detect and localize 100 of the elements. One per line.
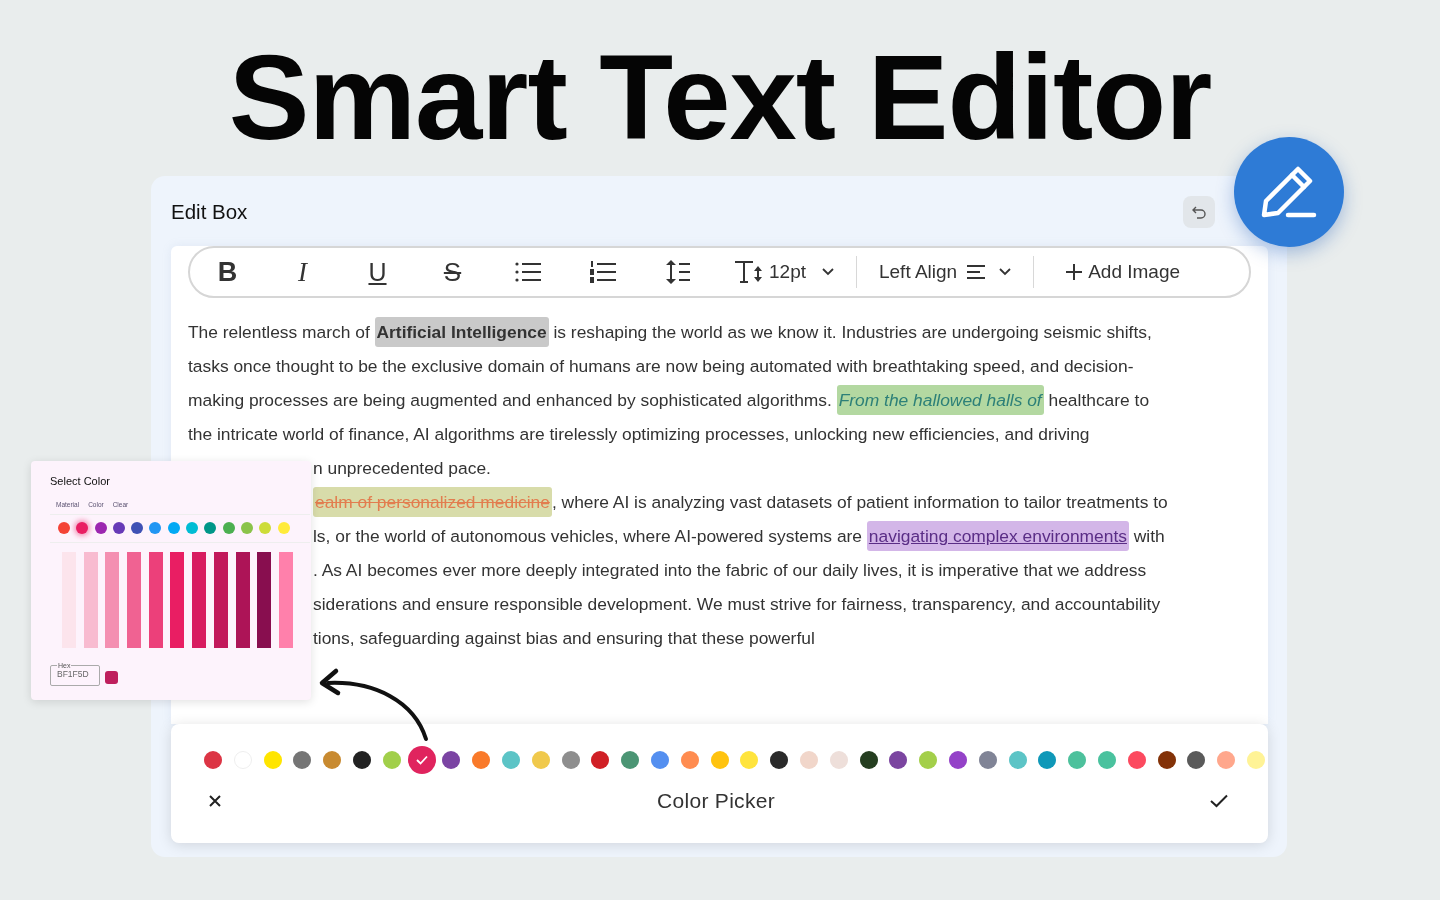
bold-button[interactable]: B	[190, 252, 265, 292]
color-swatch[interactable]	[112, 522, 125, 534]
color-swatch[interactable]	[561, 751, 580, 769]
shade-swatch[interactable]	[170, 552, 185, 648]
shade-swatch[interactable]	[192, 552, 207, 648]
highlighted-text: ealm of personalized medicine	[313, 487, 552, 517]
color-swatch[interactable]	[710, 751, 729, 769]
body-text: siderations and ensure responsible development. We must strive for fairness, transparency, and accountability	[313, 594, 1161, 614]
confirm-button[interactable]	[1210, 794, 1228, 808]
add-image-button[interactable]: Add Image	[1034, 252, 1213, 292]
color-swatch[interactable]	[799, 751, 818, 769]
body-text: . As AI becomes ever more deeply integrated into the fabric of our daily lives, it is imperative that we address	[313, 560, 1147, 580]
shade-swatch[interactable]	[278, 552, 293, 648]
color-swatch[interactable]	[382, 751, 401, 769]
color-swatch[interactable]	[263, 751, 282, 769]
color-swatch[interactable]	[442, 751, 461, 769]
headline: Smart Text Editor	[228, 28, 1212, 162]
color-swatch[interactable]	[621, 751, 640, 769]
card-title: Edit Box	[171, 200, 248, 224]
color-swatch[interactable]	[1008, 751, 1027, 769]
color-swatch[interactable]	[149, 522, 162, 534]
highlighted-text: navigating complex environments	[866, 521, 1129, 551]
text-size-icon	[735, 260, 763, 284]
shade-swatch[interactable]	[105, 552, 120, 648]
popup-title: Select Color	[50, 475, 110, 487]
body-text: is reshaping the world as we know it. Industries are undergoing seismic shifts,	[552, 322, 1152, 342]
highlighted-text: Artificial Intelligence	[374, 317, 549, 347]
body-text: n unprecedented pace.	[313, 458, 491, 478]
shade-swatch[interactable]	[148, 552, 163, 648]
color-swatch[interactable]	[1068, 751, 1087, 769]
color-swatch[interactable]	[472, 751, 491, 769]
color-swatch[interactable]	[277, 522, 290, 534]
highlighted-text: From the hallowed halls of	[836, 385, 1044, 415]
edit-button[interactable]	[1234, 137, 1344, 247]
color-swatch[interactable]	[978, 751, 997, 769]
color-swatch[interactable]	[240, 522, 253, 534]
color-swatch[interactable]	[293, 751, 312, 769]
close-icon	[208, 794, 222, 808]
shade-swatch[interactable]	[127, 552, 142, 648]
color-swatch[interactable]	[204, 522, 217, 534]
color-swatch[interactable]	[204, 751, 222, 769]
color-swatch[interactable]	[1127, 751, 1146, 769]
alignment-dropdown[interactable]: Left Align	[857, 252, 1034, 292]
color-swatch[interactable]	[591, 751, 610, 769]
plus-icon	[1066, 264, 1083, 280]
color-swatch[interactable]	[1187, 751, 1206, 769]
color-swatch[interactable]	[1038, 751, 1057, 769]
color-swatch[interactable]	[131, 522, 144, 534]
color-swatch[interactable]	[259, 522, 272, 534]
body-text: , where AI is analyzing vast datasets of patient information to tailor treatments to	[551, 492, 1168, 512]
color-swatch[interactable]	[740, 751, 759, 769]
caret-icon	[822, 268, 834, 276]
color-swatch[interactable]	[680, 751, 699, 769]
close-button[interactable]	[208, 794, 222, 808]
undo-icon	[1192, 205, 1206, 219]
color-swatch[interactable]	[1246, 751, 1265, 769]
color-swatch[interactable]	[889, 751, 908, 769]
color-swatch[interactable]	[919, 751, 938, 769]
color-swatch[interactable]	[407, 746, 436, 774]
shade-swatch[interactable]	[83, 552, 98, 648]
color-swatch[interactable]	[948, 751, 967, 769]
line-spacing-icon	[665, 260, 690, 284]
shade-swatch[interactable]	[257, 552, 272, 648]
color-swatch[interactable]	[650, 751, 669, 769]
underline-button[interactable]: U	[340, 252, 415, 292]
color-swatch[interactable]	[94, 522, 107, 534]
align-left-icon	[967, 265, 986, 279]
check-icon	[415, 755, 428, 765]
body-text: healthcare to	[1047, 390, 1150, 410]
color-swatch[interactable]	[76, 522, 89, 534]
color-swatch[interactable]	[770, 751, 789, 769]
strike-button[interactable]: S	[415, 252, 490, 292]
color-swatch[interactable]	[531, 751, 550, 769]
body-text: the intricate world of finance, AI algorithms are tirelessly optimizing processes, unlocking new efficiencies, and driving	[188, 424, 1090, 444]
undo-button[interactable]	[1183, 196, 1215, 228]
body-text: making processes are being augmented and enhanced by sophisticated algorithms.	[188, 390, 833, 410]
shade-swatch[interactable]	[235, 552, 250, 648]
color-swatch[interactable]	[501, 751, 520, 769]
color-swatch[interactable]	[1217, 751, 1236, 769]
color-swatch[interactable]	[829, 751, 848, 769]
bullet-list-icon	[514, 261, 541, 283]
body-text: ls, or the world of autonomous vehicles, where AI-powered systems are	[313, 526, 864, 546]
body-text: The relentless march of	[188, 322, 371, 342]
body-text: tions, safeguarding against bias and ensuring that these powerful	[313, 628, 815, 648]
color-swatch[interactable]	[1097, 751, 1116, 769]
body-text: tasks once thought to be the exclusive domain of humans are now being automated with breathtaking speed, and decision-	[188, 356, 1134, 376]
numbered-list-icon	[589, 261, 616, 283]
color-swatch[interactable]	[222, 522, 235, 534]
body-text: with	[1132, 526, 1165, 546]
color-swatch[interactable]	[186, 522, 199, 534]
shade-swatch[interactable]	[213, 552, 228, 648]
italic-button[interactable]: I	[265, 252, 340, 292]
color-swatch[interactable]	[353, 751, 371, 769]
color-swatch[interactable]	[1157, 751, 1176, 769]
color-swatch[interactable]	[167, 522, 180, 534]
color-swatch[interactable]	[58, 522, 70, 534]
color-swatch[interactable]	[859, 751, 878, 769]
font-size-dropdown[interactable]: 12pt	[715, 252, 856, 292]
color-swatch[interactable]	[323, 751, 342, 769]
picker-title: Color Picker	[657, 789, 775, 813]
